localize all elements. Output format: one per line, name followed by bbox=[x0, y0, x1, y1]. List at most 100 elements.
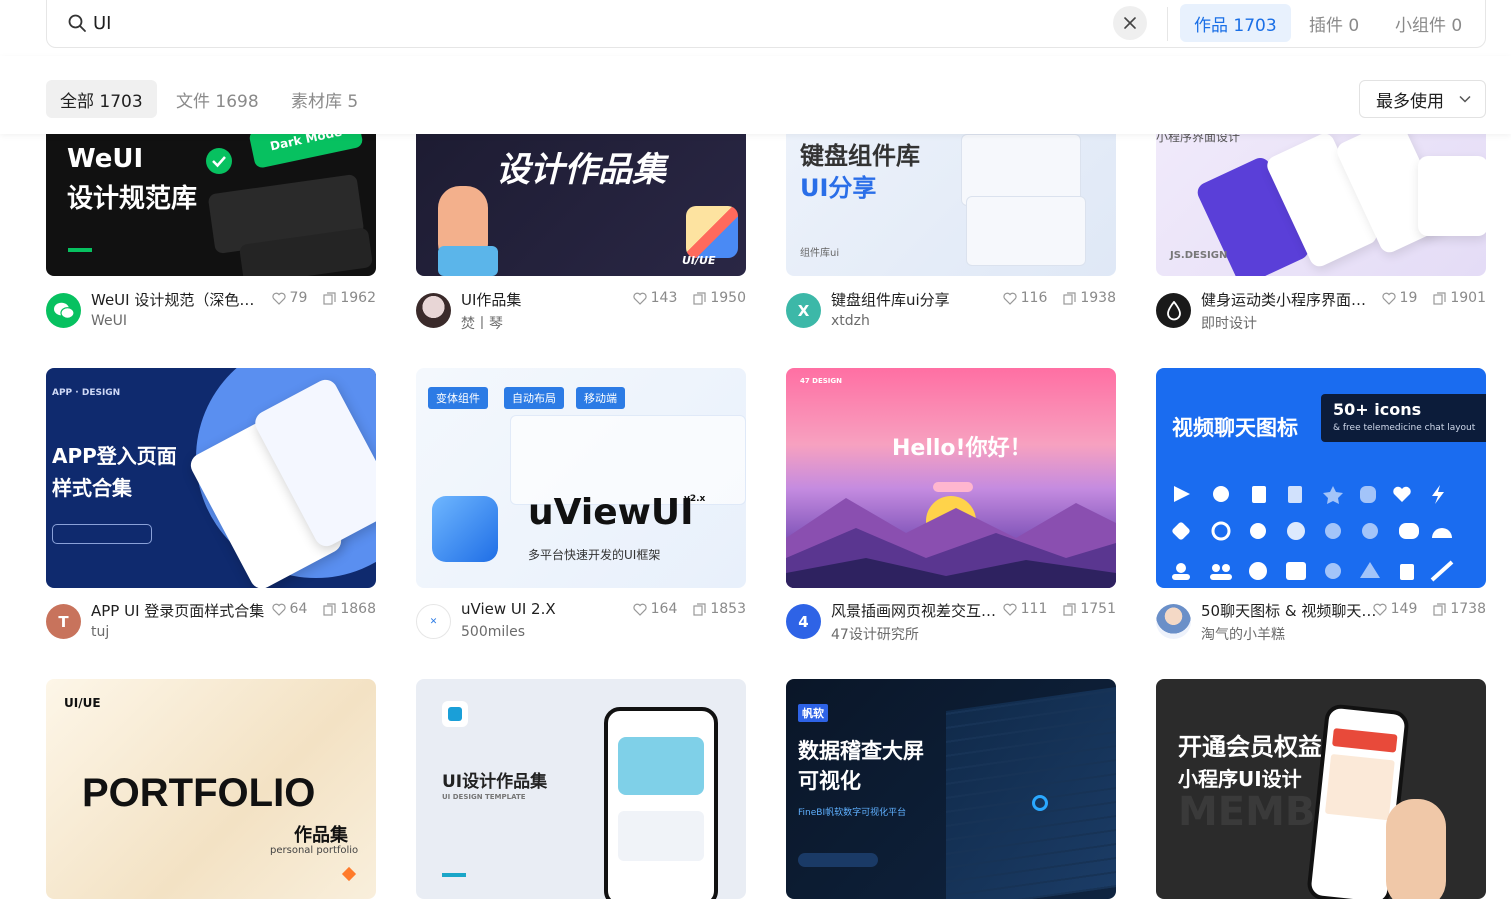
sort-select[interactable]: 最多使用 bbox=[1359, 80, 1486, 118]
thumb-title: APP登入页面 bbox=[52, 444, 177, 468]
use-count: 1950 bbox=[710, 290, 746, 306]
thumb-banner-subtitle: & free telemedicine chat layout bbox=[1333, 423, 1476, 433]
thumb-caption: UI/UE bbox=[64, 696, 101, 710]
heart-icon bbox=[1003, 292, 1017, 305]
card-meta: 4 风景插画网页视差交互设计 47设计研究所 111 1751 bbox=[786, 600, 1116, 644]
copy-icon bbox=[323, 292, 336, 305]
thumb-caption: 47 DESIGN bbox=[800, 377, 843, 385]
thumb-subtitle: 设计规范库 bbox=[67, 184, 198, 214]
card-author[interactable]: 500miles bbox=[461, 624, 525, 640]
cube-illustration bbox=[686, 206, 738, 258]
thumb-title: UI设计作品集 bbox=[442, 772, 548, 792]
use-count: 1868 bbox=[340, 601, 376, 617]
check-circle-icon bbox=[206, 148, 232, 174]
tab-works[interactable]: 作品 1703 bbox=[1180, 4, 1291, 42]
heart-icon bbox=[271, 603, 286, 616]
page: 作品 1703 插件 0 小组件 0 全部 1703 文件 1698 素材库 5… bbox=[0, 0, 1511, 905]
card-title[interactable]: WeUI 设计规范（深色模式） bbox=[91, 289, 269, 310]
card-thumbnail[interactable]: 47 DESIGN Hello!你好！ bbox=[786, 368, 1116, 588]
drop-icon bbox=[1166, 300, 1181, 320]
card-title[interactable]: 风景插画网页视差交互设计 bbox=[831, 600, 1009, 621]
avatar-logo: ✕ bbox=[429, 616, 438, 627]
search-input[interactable] bbox=[93, 7, 993, 39]
copy-icon bbox=[1433, 603, 1446, 616]
brand-badge: 帆软 bbox=[798, 704, 828, 722]
like-count: 111 bbox=[1020, 601, 1048, 617]
heart-icon bbox=[1003, 603, 1017, 616]
thumb-subtitle: 样式合集 bbox=[52, 476, 132, 500]
thumb-title: 设计作品集 bbox=[496, 150, 666, 190]
app-logo-icon bbox=[442, 701, 468, 727]
card-title[interactable]: 键盘组件库ui分享 bbox=[831, 289, 1009, 310]
thumb-title: 视频聊天图标 bbox=[1172, 416, 1298, 440]
card-title[interactable]: UI作品集 bbox=[461, 289, 639, 310]
card-author[interactable]: xtdzh bbox=[831, 313, 870, 329]
copy-icon bbox=[1063, 603, 1076, 616]
card-stats: 19 1901 bbox=[1381, 290, 1486, 306]
thumb-badge: UI/UE bbox=[682, 254, 716, 267]
card-thumbnail[interactable]: 视频聊天图标 50+ icons & free telemedicine cha… bbox=[1156, 368, 1486, 588]
card-thumbnail[interactable]: 开通会员权益 小程序UI设计 MEMBER bbox=[1156, 679, 1486, 899]
filter-tab-all[interactable]: 全部 1703 bbox=[46, 80, 157, 118]
tab-widgets[interactable]: 小组件 0 bbox=[1381, 4, 1476, 42]
card-title[interactable]: 50聊天图标 & 视频聊天图标 bbox=[1201, 600, 1379, 621]
thumb-title: uViewUI bbox=[528, 492, 694, 533]
thumb-subtitle: 作品集 bbox=[294, 825, 348, 846]
thumb-badge: JS.DESIGN bbox=[1170, 250, 1228, 261]
thumb-chip bbox=[52, 524, 152, 544]
card-meta: 健身运动类小程序界面设计 即时设计 19 1901 bbox=[1156, 289, 1486, 333]
card-thumbnail[interactable]: 变体组件 自动布局 移动端 uViewUI v2.x 多平台快速开发的UI框架 bbox=[416, 368, 746, 588]
card-thumbnail[interactable]: UI设计作品集 UI DESIGN TEMPLATE bbox=[416, 679, 746, 899]
copy-icon bbox=[693, 603, 706, 616]
thumb-subtitle: 可视化 bbox=[798, 769, 861, 793]
hand-cuff bbox=[438, 246, 498, 276]
use-count: 1962 bbox=[340, 290, 376, 306]
tab-plugins[interactable]: 插件 0 bbox=[1295, 4, 1373, 42]
thumb-caption: APP · DESIGN bbox=[52, 388, 121, 398]
avatar[interactable] bbox=[46, 293, 81, 328]
copy-icon bbox=[323, 603, 336, 616]
card-stats: 149 1738 bbox=[1373, 601, 1486, 617]
avatar[interactable] bbox=[1156, 293, 1191, 328]
card-thumbnail[interactable]: UI/UE PORTFOLIO 作品集 personal portfolio bbox=[46, 679, 376, 899]
uview-logo-icon bbox=[432, 496, 498, 562]
thumb-subtitle: 小程序UI设计 bbox=[1178, 767, 1302, 791]
decor-shape bbox=[341, 866, 357, 882]
copy-icon bbox=[1063, 292, 1076, 305]
card-author[interactable]: WeUI bbox=[91, 313, 127, 329]
card-title[interactable]: APP UI 登录页面样式合集 bbox=[91, 600, 269, 621]
phone-mock bbox=[1418, 156, 1486, 236]
version-badge: v2.x bbox=[684, 494, 706, 504]
thumb-subtitle: UI分享 bbox=[800, 174, 877, 202]
thumb-title: WeUI bbox=[67, 144, 144, 174]
copy-icon bbox=[1433, 292, 1446, 305]
card-author[interactable]: 47设计研究所 bbox=[831, 624, 919, 644]
card-author[interactable]: 焚丨琴 bbox=[461, 313, 503, 333]
card-title[interactable]: 健身运动类小程序界面设计 bbox=[1201, 289, 1379, 310]
avatar-letter: X bbox=[797, 301, 810, 320]
filter-tab-libraries[interactable]: 素材库 5 bbox=[277, 80, 372, 118]
heart-icon bbox=[271, 292, 286, 305]
avatar[interactable]: ✕ bbox=[416, 604, 451, 639]
accent-bar bbox=[68, 248, 92, 252]
avatar[interactable]: T bbox=[46, 604, 81, 639]
thumb-title: Hello!你好！ bbox=[892, 436, 1032, 461]
avatar[interactable]: X bbox=[786, 293, 821, 328]
card-title[interactable]: uView UI 2.X bbox=[461, 600, 639, 618]
avatar[interactable] bbox=[416, 293, 451, 328]
card-thumbnail[interactable]: APP · DESIGN APP登入页面 样式合集 bbox=[46, 368, 376, 588]
card-meta: WeUI 设计规范（深色模式） WeUI 79 1962 bbox=[46, 289, 376, 333]
card-stats: 116 1938 bbox=[1003, 290, 1116, 306]
card-stats: 164 1853 bbox=[633, 601, 746, 617]
avatar[interactable]: 4 bbox=[786, 604, 821, 639]
heart-icon bbox=[633, 603, 647, 616]
card-author[interactable]: 淘气的小羊糕 bbox=[1201, 624, 1285, 644]
card-author[interactable]: tuj bbox=[91, 624, 109, 640]
filter-tab-files[interactable]: 文件 1698 bbox=[162, 80, 273, 118]
card-author[interactable]: 即时设计 bbox=[1201, 313, 1257, 333]
clear-search-button[interactable] bbox=[1113, 6, 1147, 40]
avatar[interactable] bbox=[1156, 604, 1191, 639]
card-thumbnail[interactable]: 帆软 数据稽查大屏 可视化 FineBI帆软数字可视化平台 bbox=[786, 679, 1116, 899]
like-count: 64 bbox=[289, 601, 308, 617]
phone-mock bbox=[604, 707, 718, 899]
